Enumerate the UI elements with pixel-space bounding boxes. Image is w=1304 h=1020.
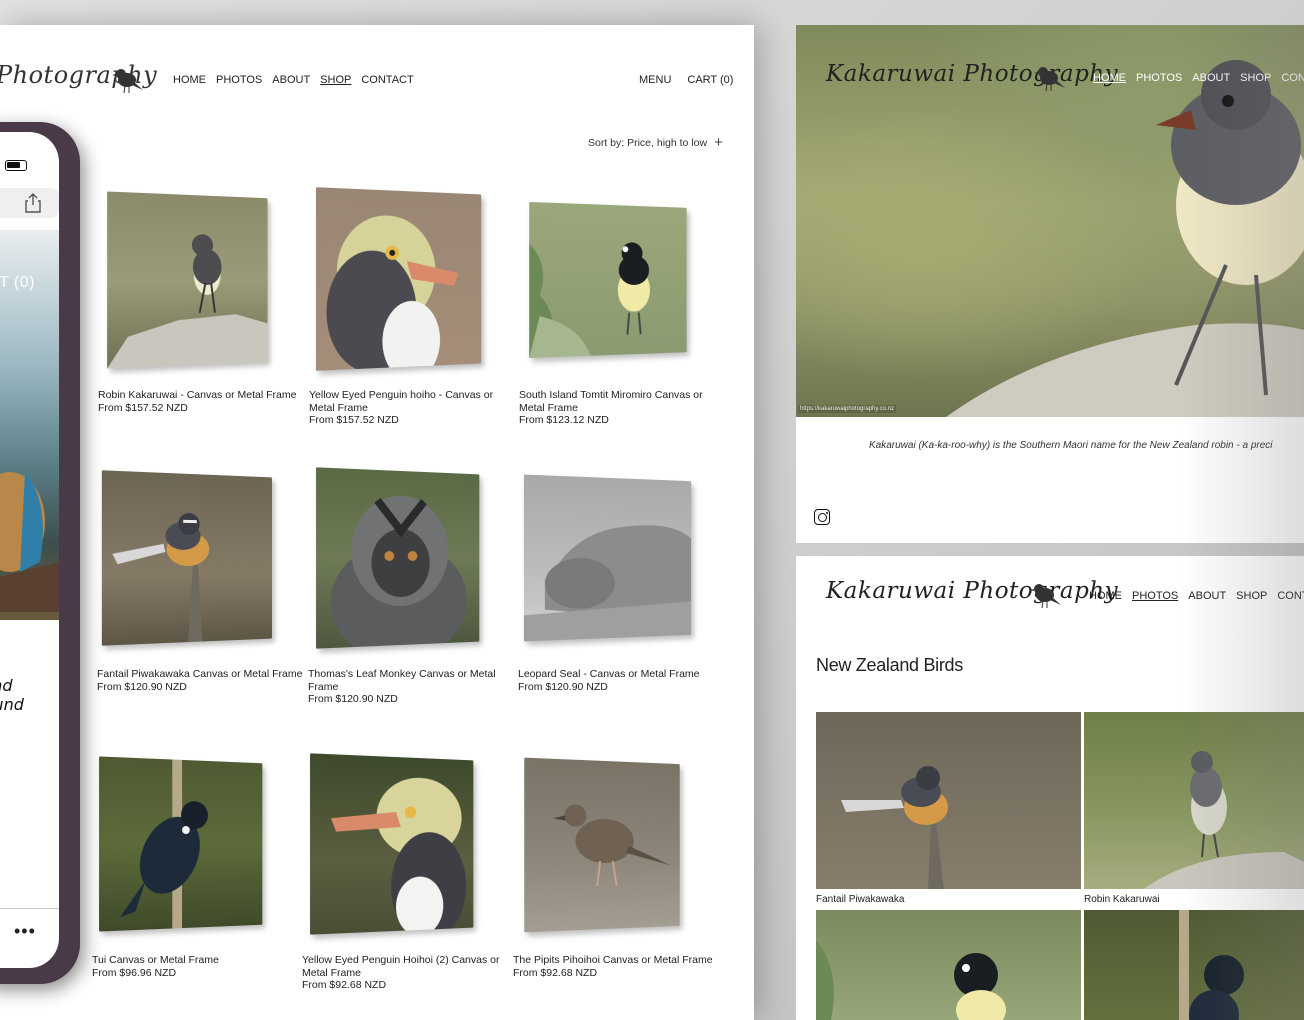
- sort-dropdown[interactable]: Sort by: Price, high to low +: [588, 134, 723, 151]
- status-bar: [0, 152, 59, 172]
- nav-photos[interactable]: PHOTOS: [216, 74, 262, 86]
- bird-logo-icon: [1030, 584, 1061, 609]
- nav-home[interactable]: HOME: [1089, 590, 1122, 602]
- product-image[interactable]: [99, 756, 263, 932]
- gallery-tile[interactable]: [816, 712, 1081, 889]
- share-icon[interactable]: [24, 193, 42, 213]
- toolbar-divider: [0, 908, 59, 909]
- more-icon[interactable]: •••: [14, 921, 36, 942]
- gallery-title: New Zealand Birds: [816, 655, 963, 675]
- nav-home[interactable]: HOME: [173, 74, 206, 86]
- battery-icon: [5, 160, 27, 171]
- nav-contact[interactable]: CONTACT: [361, 74, 413, 86]
- kingfisher-image: [0, 472, 59, 612]
- sort-label: Sort by: Price, high to low: [588, 137, 708, 149]
- gallery-tile[interactable]: [1084, 712, 1304, 889]
- product-price: From $123.12 NZD: [519, 414, 609, 426]
- product-title[interactable]: Leopard Seal - Canvas or Metal Frame Fro…: [518, 668, 728, 693]
- shop-page: Photography HOME PHOTOS ABOUT SHOP CONTA…: [0, 25, 754, 1020]
- intro-caption: Kakaruwai (Ka-ka-roo-why) is the Souther…: [869, 440, 1273, 451]
- home-nav: HOME PHOTOS ABOUT SHOP CONTA: [1093, 72, 1304, 84]
- phone-intro-text: land found: [0, 676, 24, 714]
- phone-screen: ART (0) land found •••: [0, 132, 59, 968]
- nav-home[interactable]: HOME: [1093, 72, 1126, 84]
- photos-site-logo[interactable]: Kakaruwai Photography: [826, 578, 1118, 604]
- product-price: From $157.52 NZD: [309, 414, 399, 426]
- phone-cart-link[interactable]: ART (0): [0, 274, 35, 292]
- product-image[interactable]: [107, 191, 268, 369]
- photos-nav: HOME PHOTOS ABOUT SHOP CONTAC: [1089, 590, 1304, 602]
- header-actions: MENU CART (0): [639, 74, 733, 86]
- photos-page: Kakaruwai Photography HOME PHOTOS ABOUT …: [796, 556, 1304, 1020]
- product-image[interactable]: [316, 467, 480, 649]
- nav-shop[interactable]: SHOP: [320, 74, 351, 86]
- product-title[interactable]: Thomas's Leaf Monkey Canvas or Metal Fra…: [308, 668, 518, 706]
- product-title[interactable]: Fantail Piwakawaka Canvas or Metal Frame…: [97, 668, 307, 693]
- product-image[interactable]: [315, 187, 482, 371]
- home-page: Kakaruwai Photography HOME PHOTOS ABOUT …: [796, 25, 1304, 543]
- product-title[interactable]: South Island Tomtit Miromiro Canvas or M…: [519, 389, 729, 427]
- nav-contact[interactable]: CONTA: [1281, 72, 1304, 84]
- plus-icon: +: [714, 134, 723, 151]
- nav-shop[interactable]: SHOP: [1240, 72, 1271, 84]
- bird-logo-icon: [112, 69, 143, 94]
- product-title[interactable]: Yellow Eyed Penguin Hoihoi (2) Canvas or…: [302, 954, 512, 992]
- product-price: From $120.90 NZD: [308, 693, 398, 705]
- nav-about[interactable]: ABOUT: [272, 74, 310, 86]
- nav-about[interactable]: ABOUT: [1188, 590, 1226, 602]
- product-price: From $157.52 NZD: [98, 401, 188, 414]
- home-site-logo[interactable]: Kakaruwai Photography: [826, 61, 1118, 87]
- menu-button[interactable]: MENU: [639, 74, 671, 86]
- product-price: From $96.96 NZD: [92, 966, 177, 979]
- gallery-tile[interactable]: [816, 910, 1081, 1020]
- product-price: From $92.68 NZD: [513, 966, 598, 979]
- product-title[interactable]: The Pipits Pihoihoi Canvas or Metal Fram…: [513, 954, 723, 979]
- product-image[interactable]: [529, 201, 687, 359]
- main-nav: HOME PHOTOS ABOUT SHOP CONTACT: [173, 74, 414, 86]
- nav-photos[interactable]: PHOTOS: [1132, 590, 1178, 602]
- product-image[interactable]: [101, 470, 272, 646]
- bird-logo-icon: [1034, 67, 1065, 92]
- product-image[interactable]: [524, 757, 680, 933]
- product-title[interactable]: Tui Canvas or Metal Frame From $96.96 NZ…: [92, 954, 302, 979]
- cart-link[interactable]: CART (0): [687, 74, 733, 86]
- tile-caption: Robin Kakaruwai: [1084, 894, 1160, 905]
- nav-shop[interactable]: SHOP: [1236, 590, 1267, 602]
- product-image[interactable]: [523, 474, 692, 642]
- nav-photos[interactable]: PHOTOS: [1136, 72, 1182, 84]
- product-image[interactable]: [310, 753, 474, 935]
- instagram-icon[interactable]: [814, 509, 830, 525]
- product-price: From $120.90 NZD: [97, 680, 187, 693]
- product-price: From $92.68 NZD: [302, 979, 387, 991]
- tile-caption: Fantail Piwakawaka: [816, 894, 905, 905]
- nav-contact[interactable]: CONTAC: [1277, 590, 1304, 602]
- product-title[interactable]: Robin Kakaruwai - Canvas or Metal Frame …: [98, 389, 308, 414]
- gallery-tile[interactable]: [1084, 910, 1304, 1020]
- product-title[interactable]: Yellow Eyed Penguin hoiho - Canvas or Me…: [309, 389, 519, 427]
- photo-credit: https://kakaruwaiphotography.co.nz: [798, 405, 896, 413]
- product-price: From $120.90 NZD: [518, 680, 608, 693]
- nav-about[interactable]: ABOUT: [1192, 72, 1230, 84]
